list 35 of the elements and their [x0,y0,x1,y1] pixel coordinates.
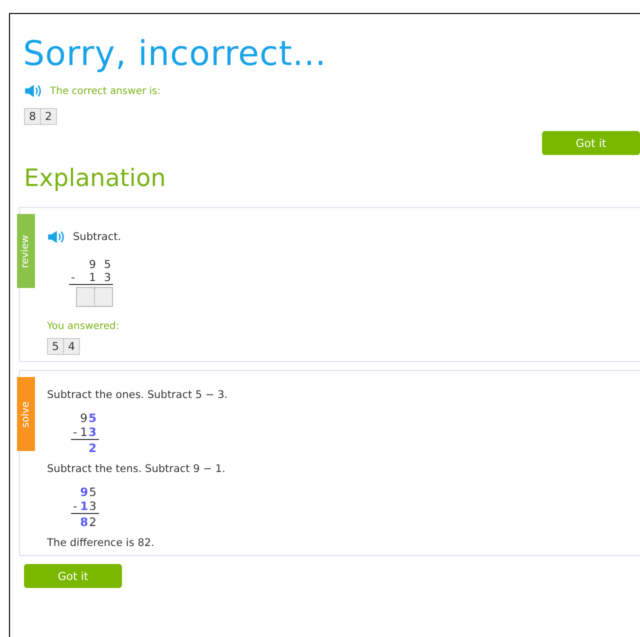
answer-box: 8 2 [24,108,57,125]
digit: 2 [88,441,96,455]
got-it-button[interactable]: Got it [24,564,122,588]
step-text: Subtract the ones. Subtract 5 − 3. [47,389,228,401]
answered-label: You answered: [47,321,120,332]
got-it-button[interactable]: Got it [542,131,640,155]
digit: 1 [80,499,88,513]
conclusion-text: The difference is 82. [47,537,156,549]
digit: 3 [88,425,96,439]
digit: 3 [104,271,111,284]
digit: 5 [89,485,96,499]
section-heading: Explanation [24,163,167,193]
speaker-icon[interactable] [47,230,65,244]
tab-label: solve [20,400,32,428]
digit: 2 [89,515,96,529]
minus-sign: - [71,271,75,284]
digit: 9 [80,485,88,499]
step-text: Subtract the tens. Subtract 9 − 1. [47,463,226,475]
digit: 1 [88,271,96,284]
answer-box: 5 4 [47,338,80,355]
minus-sign: - [73,425,78,439]
answer-field[interactable] [76,287,113,307]
digit: 1 [80,425,88,439]
digit: 5 [104,258,111,271]
question-text: Subtract. [73,231,122,243]
minus-sign: - [73,499,78,513]
result-heading: Sorry, incorrect... [23,34,328,74]
digit: 9 [80,411,88,425]
digit: 9 [88,258,96,271]
digit: 8 [80,515,88,529]
tab-label: review [20,234,32,268]
digit: 5 [88,411,96,425]
speaker-icon[interactable] [24,84,42,98]
answer-label: The correct answer is: [50,86,161,96]
digit: 3 [89,499,96,513]
